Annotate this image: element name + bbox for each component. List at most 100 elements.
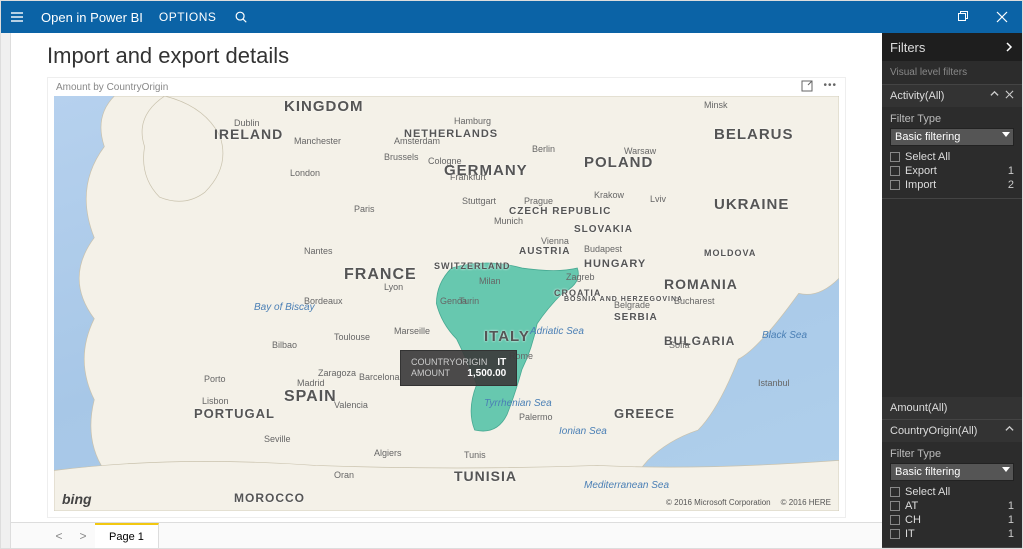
city-label: Palermo xyxy=(519,412,553,422)
filter-card-amount[interactable]: Amount(All) xyxy=(882,397,1022,419)
filter-item-label: IT xyxy=(905,528,915,540)
checkbox[interactable] xyxy=(890,180,900,190)
filter-card-title: Activity(All) xyxy=(890,90,944,102)
country-label: ITALY xyxy=(484,328,530,345)
filter-item[interactable]: Export 1 xyxy=(890,164,1014,178)
search-icon[interactable] xyxy=(234,10,248,24)
city-label: London xyxy=(290,168,320,178)
clear-filter-icon[interactable] xyxy=(1005,90,1014,102)
country-label: HUNGARY xyxy=(584,258,646,270)
page-tabs: < > Page 1 xyxy=(11,522,882,548)
filter-item-select-all[interactable]: Select All xyxy=(890,150,1014,164)
country-label: UKRAINE xyxy=(714,196,789,213)
city-label: Brussels xyxy=(384,152,419,162)
checkbox[interactable] xyxy=(890,487,900,497)
filter-item-label: Export xyxy=(905,165,937,177)
options-menu[interactable]: OPTIONS xyxy=(159,10,217,24)
restore-window-button[interactable] xyxy=(942,1,982,33)
city-label: Dublin xyxy=(234,118,260,128)
map-tooltip: COUNTRYORIGIN IT AMOUNT 1,500.00 xyxy=(400,350,517,386)
city-label: Berlin xyxy=(532,144,555,154)
map-area[interactable]: KINGDOM IRELAND NETHERLANDS GERMANY POLA… xyxy=(54,96,839,511)
city-label: Porto xyxy=(204,374,226,384)
country-label: TUNISIA xyxy=(454,468,517,484)
sea-label: Black Sea xyxy=(762,330,807,341)
filter-item-count: 2 xyxy=(1008,179,1014,191)
checkbox[interactable] xyxy=(890,529,900,539)
filter-type-label: Filter Type xyxy=(890,113,1014,125)
city-label: Bilbao xyxy=(272,340,297,350)
city-label: Munich xyxy=(494,216,523,226)
filter-item-select-all[interactable]: Select All xyxy=(890,485,1014,499)
city-label: Prague xyxy=(524,196,553,206)
hamburger-menu[interactable] xyxy=(1,1,33,33)
city-label: Lviv xyxy=(650,194,666,204)
city-label: Lyon xyxy=(384,282,403,292)
city-label: Barcelona xyxy=(359,372,400,382)
filter-item-label: Import xyxy=(905,179,936,191)
city-label: Istanbul xyxy=(758,378,790,388)
city-label: Zagreb xyxy=(566,272,595,282)
city-label: Sofia xyxy=(669,340,690,350)
filter-type-select[interactable]: Basic filtering xyxy=(890,463,1014,481)
more-options-icon[interactable]: ••• xyxy=(823,80,837,95)
filter-item-count: 1 xyxy=(1008,514,1014,526)
filter-card-title: Amount(All) xyxy=(890,402,947,414)
close-window-button[interactable] xyxy=(982,1,1022,33)
filter-card-activity[interactable]: Activity(All) xyxy=(882,85,1022,107)
filter-item-label: AT xyxy=(905,500,918,512)
country-label: SLOVAKIA xyxy=(574,224,633,235)
country-label: IRELAND xyxy=(214,126,283,142)
city-label: Genoa xyxy=(440,296,467,306)
filter-item-count: 1 xyxy=(1008,165,1014,177)
city-label: Marseille xyxy=(394,326,430,336)
filters-header[interactable]: Filters xyxy=(882,33,1022,61)
country-label: KINGDOM xyxy=(284,98,364,115)
city-label: Amsterdam xyxy=(394,136,440,146)
filter-item[interactable]: Import 2 xyxy=(890,178,1014,192)
filter-item[interactable]: IT 1 xyxy=(890,527,1014,541)
map-attribution: © 2016 Microsoft Corporation xyxy=(666,498,771,507)
city-label: Tunis xyxy=(464,450,486,460)
page-tab[interactable]: Page 1 xyxy=(95,523,159,548)
checkbox[interactable] xyxy=(890,515,900,525)
country-label: ROMANIA xyxy=(664,276,738,292)
collapse-icon[interactable] xyxy=(1005,425,1014,437)
prev-page-button[interactable]: < xyxy=(47,523,71,548)
filter-type-select[interactable]: Basic filtering xyxy=(890,128,1014,146)
city-label: Krakow xyxy=(594,190,624,200)
open-in-powerbi-link[interactable]: Open in Power BI xyxy=(41,10,143,25)
visual-title: Amount by CountryOrigin xyxy=(56,82,168,93)
bing-logo: bing xyxy=(62,491,92,507)
filters-pane: Filters Visual level filters Activity(Al… xyxy=(882,33,1022,548)
sea-label: Tyrrhenian Sea xyxy=(484,398,552,409)
city-label: Madrid xyxy=(297,378,325,388)
country-label: SERBIA xyxy=(614,312,658,323)
city-label: Milan xyxy=(479,276,501,286)
city-label: Stuttgart xyxy=(462,196,496,206)
country-label: SWITZERLAND xyxy=(434,261,511,271)
filter-item[interactable]: CH 1 xyxy=(890,513,1014,527)
country-label: GREECE xyxy=(614,406,675,421)
city-label: Budapest xyxy=(584,244,622,254)
checkbox[interactable] xyxy=(890,501,900,511)
filter-item[interactable]: AT 1 xyxy=(890,499,1014,513)
city-label: Toulouse xyxy=(334,332,370,342)
city-label: Belgrade xyxy=(614,300,650,310)
next-page-button[interactable]: > xyxy=(71,523,95,548)
sea-label: Ionian Sea xyxy=(559,426,607,437)
sea-label: Adriatic Sea xyxy=(530,326,584,337)
city-label: Bucharest xyxy=(674,296,715,306)
country-label: POLAND xyxy=(584,154,653,171)
checkbox[interactable] xyxy=(890,166,900,176)
filter-card-countryorigin[interactable]: CountryOrigin(All) xyxy=(882,420,1022,442)
filter-item-label: CH xyxy=(905,514,921,526)
filter-card-title: CountryOrigin(All) xyxy=(890,425,977,437)
focus-mode-icon[interactable] xyxy=(801,80,813,95)
collapse-icon[interactable] xyxy=(990,90,999,102)
map-visual[interactable]: Amount by CountryOrigin ••• xyxy=(47,77,846,518)
checkbox[interactable] xyxy=(890,152,900,162)
city-label: Nantes xyxy=(304,246,333,256)
filter-item-count: 1 xyxy=(1008,528,1014,540)
filter-item-count: 1 xyxy=(1008,500,1014,512)
